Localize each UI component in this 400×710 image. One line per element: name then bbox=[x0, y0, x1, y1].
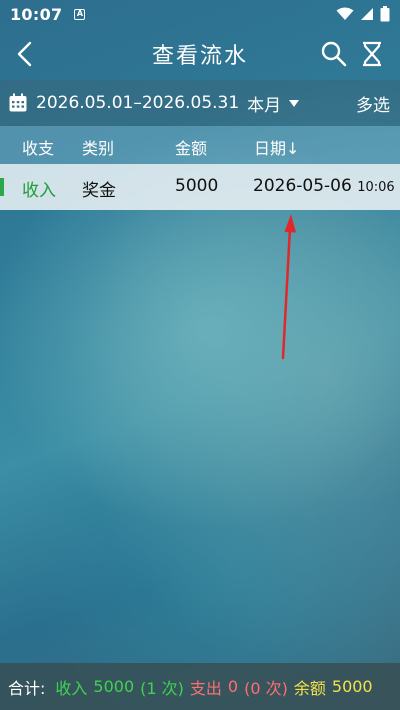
column-amount[interactable]: 金额 bbox=[175, 135, 207, 159]
wifi-icon bbox=[336, 7, 354, 20]
multi-select-button[interactable]: 多选 bbox=[356, 91, 392, 116]
status-icons bbox=[336, 6, 390, 22]
search-icon bbox=[321, 41, 347, 67]
income-row-marker bbox=[0, 178, 4, 196]
expense-summary-count: (0 次) bbox=[244, 678, 288, 698]
row-date: 2026-05-06 10:06 bbox=[253, 176, 395, 196]
summary-footer: 合计: 收入 5000 (1 次) 支出 0 (0 次) 余额 5000 bbox=[0, 663, 400, 710]
row-type: 收入 bbox=[22, 181, 56, 201]
expense-summary-amount: 0 bbox=[227, 677, 239, 696]
status-bar: 10:07 A bbox=[0, 0, 400, 28]
row-date-day: 2026-05-06 bbox=[253, 176, 352, 196]
income-summary-label: 收入 bbox=[55, 678, 88, 698]
summary-label: 合计: bbox=[8, 678, 46, 698]
date-filter-bar[interactable]: 2026.05.01–2026.05.31 本月 多选 bbox=[0, 80, 400, 126]
status-time: 10:07 bbox=[10, 4, 63, 24]
table-row[interactable]: 收入 奖金 5000 2026-05-06 10:06 bbox=[0, 164, 400, 210]
page-title: 查看流水 bbox=[151, 44, 248, 69]
income-summary-amount: 5000 bbox=[93, 677, 135, 696]
expense-summary-label: 支出 bbox=[189, 678, 222, 698]
date-range-label[interactable]: 2026.05.01–2026.05.31 bbox=[36, 93, 239, 113]
income-summary-count: (1 次) bbox=[140, 678, 184, 698]
hourglass-icon bbox=[363, 41, 381, 67]
row-date-time: 10:06 bbox=[357, 180, 395, 195]
column-date-sort[interactable]: 日期↓ bbox=[254, 135, 299, 159]
column-type[interactable]: 收支 bbox=[22, 135, 54, 159]
back-arrow-icon bbox=[17, 41, 32, 67]
notification-app-icon: A bbox=[74, 8, 86, 20]
signal-icon bbox=[361, 8, 373, 20]
balance-summary-label: 余额 bbox=[293, 678, 326, 698]
column-category[interactable]: 类别 bbox=[82, 135, 114, 159]
back-button[interactable] bbox=[12, 40, 40, 68]
app-header: 查看流水 bbox=[0, 28, 400, 80]
search-button[interactable] bbox=[320, 40, 348, 68]
row-category: 奖金 bbox=[82, 181, 116, 201]
time-filter-button[interactable] bbox=[358, 40, 386, 68]
table-header: 收支 类别 金额 日期↓ bbox=[0, 126, 400, 164]
battery-icon bbox=[380, 6, 390, 22]
row-amount: 5000 bbox=[175, 176, 219, 196]
dropdown-caret-icon[interactable] bbox=[289, 99, 300, 107]
period-label[interactable]: 本月 bbox=[247, 91, 281, 116]
balance-summary-amount: 5000 bbox=[331, 677, 373, 696]
calendar-icon bbox=[9, 93, 27, 112]
